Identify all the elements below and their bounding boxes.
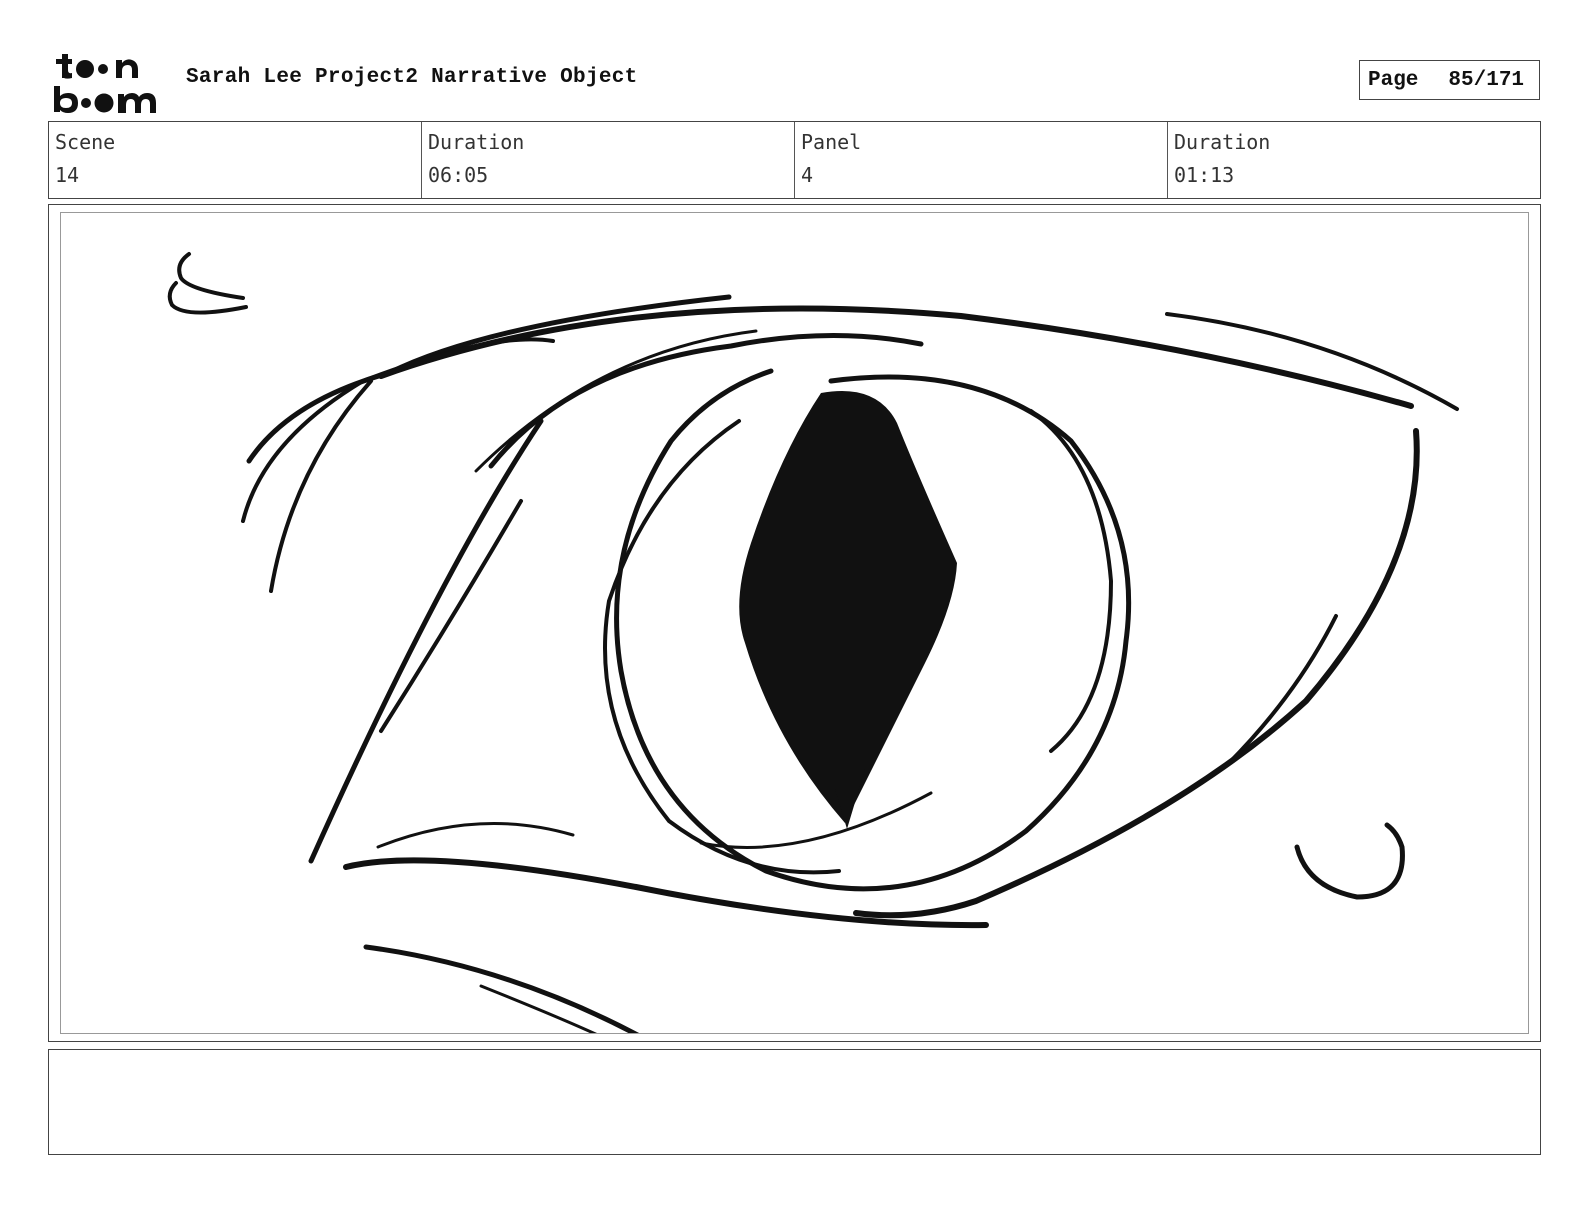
page-number: 85/171 xyxy=(1448,68,1525,92)
scene-value: 14 xyxy=(55,163,80,187)
page-indicator: Page 85/171 xyxy=(1359,60,1540,100)
panel-value: 4 xyxy=(801,163,814,187)
scene-duration-label: Duration xyxy=(428,130,525,154)
project-title: Sarah Lee Project2 Narrative Object xyxy=(186,66,638,89)
scene-cell: Scene 14 xyxy=(49,122,422,198)
panel-duration-label: Duration xyxy=(1174,130,1271,154)
panel-notes-box xyxy=(48,1049,1541,1155)
toon-boom-logo xyxy=(54,54,156,113)
scene-info-table: Scene 14 Duration 06:05 Panel 4 Duration… xyxy=(48,121,1541,199)
scene-duration-value: 06:05 xyxy=(428,163,489,187)
eye-sketch-icon xyxy=(167,252,1459,1033)
scene-label: Scene xyxy=(55,130,116,154)
page-label: Page xyxy=(1368,68,1419,92)
panel-duration-value: 01:13 xyxy=(1174,163,1235,187)
storyboard-panel-image xyxy=(60,212,1529,1034)
panel-label: Panel xyxy=(801,130,862,154)
panel-cell: Panel 4 xyxy=(795,122,1168,198)
panel-duration-cell: Duration 01:13 xyxy=(1168,122,1540,198)
scene-duration-cell: Duration 06:05 xyxy=(422,122,795,198)
